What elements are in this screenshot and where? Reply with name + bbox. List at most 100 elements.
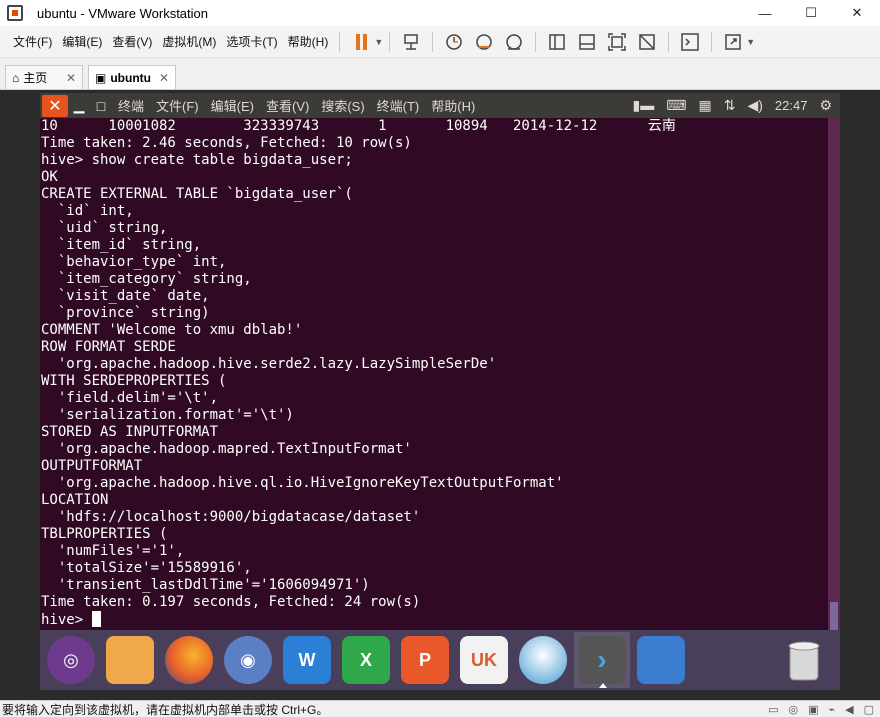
- pause-dropdown-icon[interactable]: ▼: [374, 37, 383, 47]
- dock-firefox-button[interactable]: [161, 632, 217, 688]
- network-adapter-icon[interactable]: ▣: [808, 703, 818, 716]
- dock-ubuntu-button[interactable]: ◎: [43, 632, 99, 688]
- writer-icon: W: [283, 636, 331, 684]
- terminal-line: 'hdfs://localhost:9000/bigdatacase/datas…: [41, 509, 421, 525]
- panel-menu-help[interactable]: 帮助(H): [425, 96, 481, 115]
- terminal-maximize-button[interactable]: □: [90, 98, 112, 114]
- menu-edit[interactable]: 编辑(E): [57, 31, 107, 53]
- panel-menu-search[interactable]: 搜索(S): [315, 96, 370, 115]
- menu-file[interactable]: 文件(F): [8, 31, 57, 53]
- snapshot-button[interactable]: [442, 30, 466, 54]
- dock-robot-button[interactable]: [515, 632, 571, 688]
- dock-workspaces-button[interactable]: [633, 632, 689, 688]
- stretch-guest-button[interactable]: [721, 30, 745, 54]
- snapshot-manager-button[interactable]: [502, 30, 526, 54]
- panel-menu-file[interactable]: 文件(F): [150, 96, 205, 115]
- send-ctrl-alt-del-button[interactable]: [399, 30, 423, 54]
- dock-software-button[interactable]: UK: [456, 632, 512, 688]
- terminal-line: OK: [41, 169, 58, 185]
- toolbar-separator: [432, 31, 434, 52]
- unity-icon: [639, 33, 655, 50]
- input-method-icon[interactable]: ▮▬: [633, 97, 655, 114]
- text-cursor: [91, 611, 101, 627]
- unity-mode-button[interactable]: [635, 30, 659, 54]
- window-title: ubuntu - VMware Workstation: [37, 5, 208, 21]
- panel-menu-view[interactable]: 查看(V): [260, 96, 315, 115]
- terminal-line: `uid` string,: [41, 220, 168, 236]
- menu-vm[interactable]: 虚拟机(M): [157, 31, 221, 53]
- terminal-line: 'serialization.format'='\t'): [41, 407, 294, 423]
- panel-menu-terminal[interactable]: 终端(T): [371, 96, 426, 115]
- terminal-line: 'org.apache.hadoop.hive.ql.io.HiveIgnore…: [41, 475, 564, 491]
- clock[interactable]: 22:47: [775, 98, 808, 113]
- menu-view[interactable]: 查看(V): [107, 31, 157, 53]
- maximize-button[interactable]: ☐: [788, 0, 834, 26]
- panel-menu-edit[interactable]: 编辑(E): [205, 96, 260, 115]
- dock-terminal-button[interactable]: ›: [574, 632, 630, 688]
- thumbnail-bar-button[interactable]: [575, 30, 599, 54]
- dock-calc-button[interactable]: X: [338, 632, 394, 688]
- cdrom-icon[interactable]: ◎: [788, 703, 798, 716]
- sound-icon[interactable]: ◀: [845, 703, 853, 716]
- toolbar-separator: [339, 31, 341, 52]
- thumbnail-icon: [579, 33, 595, 50]
- dock-impress-button[interactable]: P: [397, 632, 453, 688]
- snapshot-icon: [446, 33, 462, 50]
- usb-icon[interactable]: ⌁: [829, 703, 836, 716]
- terminal-minimize-button[interactable]: ▁: [68, 97, 90, 114]
- calendar-icon[interactable]: ▦: [698, 97, 711, 114]
- dock-files-button[interactable]: [102, 632, 158, 688]
- terminal-line: OUTPUTFORMAT: [41, 458, 143, 474]
- terminal-prompt-line[interactable]: hive>: [41, 611, 827, 628]
- status-bar: 要将输入定向到该虚拟机，请在虚拟机内部单击或按 Ctrl+G。 ▭ ◎ ▣ ⌁ …: [0, 700, 880, 717]
- revert-snapshot-button[interactable]: [472, 30, 496, 54]
- volume-icon[interactable]: ◀): [747, 97, 762, 114]
- terminal-line: `province` string): [41, 305, 210, 321]
- workspaces-icon: [637, 636, 685, 684]
- tab-home-close-icon[interactable]: ✕: [66, 71, 76, 85]
- minimize-button[interactable]: —: [742, 0, 788, 26]
- full-screen-button[interactable]: [605, 30, 629, 54]
- terminal-scrollbar[interactable]: [828, 118, 840, 630]
- terminal-line: 'field.delim'='\t',: [41, 390, 219, 406]
- network-arrows-icon[interactable]: ⇅: [724, 97, 736, 114]
- terminal-prompt: hive>: [41, 612, 92, 628]
- terminal-line: LOCATION: [41, 492, 109, 508]
- menu-tabs[interactable]: 选项卡(T): [221, 31, 282, 53]
- terminal-close-button[interactable]: ✕: [42, 94, 68, 117]
- stretch-dropdown-icon[interactable]: ▼: [746, 37, 755, 47]
- menubar: 文件(F) 编辑(E) 查看(V) 虚拟机(M) 选项卡(T) 帮助(H) ▼ …: [0, 26, 880, 58]
- firefox-icon: [165, 636, 213, 684]
- terminal-line: STORED AS INPUTFORMAT: [41, 424, 219, 440]
- terminal-line: WITH SERDEPROPERTIES (: [41, 373, 227, 389]
- pause-button[interactable]: [349, 30, 373, 54]
- vmware-logo-icon: [7, 5, 23, 21]
- terminal-output[interactable]: 10 10001082 323339743 1 10894 2014-12-12…: [40, 118, 828, 630]
- terminal-line: `visit_date` date,: [41, 288, 210, 304]
- tab-home[interactable]: ⌂ 主页 ✕: [5, 65, 83, 89]
- terminal-line: `item_category` string,: [41, 271, 252, 287]
- tab-ubuntu[interactable]: ▣ ubuntu ✕: [88, 65, 176, 89]
- tab-ubuntu-label: ubuntu: [110, 70, 151, 85]
- harddisk-icon[interactable]: ▭: [768, 703, 778, 716]
- dock-writer-button[interactable]: W: [279, 632, 335, 688]
- console-view-button[interactable]: [678, 30, 702, 54]
- display-icon[interactable]: ▢: [864, 703, 874, 716]
- dock-trash-button[interactable]: [776, 632, 832, 688]
- toolbar-separator: [389, 31, 391, 52]
- status-message: 要将输入定向到该虚拟机，请在虚拟机内部单击或按 Ctrl+G。: [2, 702, 329, 717]
- scrollbar-thumb[interactable]: [830, 602, 838, 630]
- close-button[interactable]: ✕: [834, 0, 880, 26]
- settings-gear-icon[interactable]: ⚙: [819, 97, 832, 114]
- menu-help[interactable]: 帮助(H): [283, 31, 334, 53]
- stretch-icon: [725, 33, 741, 50]
- network-icon: [404, 33, 418, 50]
- tab-ubuntu-close-icon[interactable]: ✕: [159, 71, 169, 85]
- panel-indicators: ▮▬ ⌨ ▦ ⇅ ◀) 22:47 ⚙: [633, 97, 840, 114]
- software-center-icon: UK: [460, 636, 508, 684]
- show-library-button[interactable]: [545, 30, 569, 54]
- window-controls: — ☐ ✕: [742, 0, 880, 26]
- files-icon: [106, 636, 154, 684]
- keyboard-icon[interactable]: ⌨: [666, 97, 686, 114]
- dock-chromium-button[interactable]: ◉: [220, 632, 276, 688]
